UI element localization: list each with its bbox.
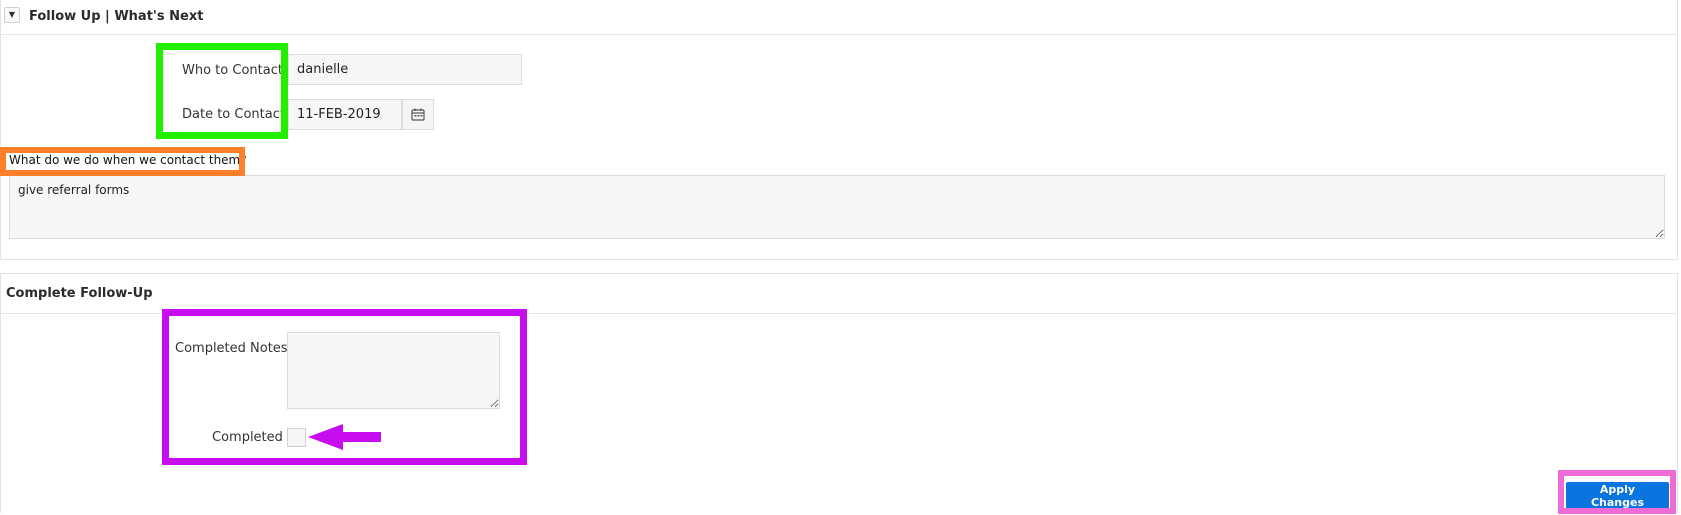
calendar-icon xyxy=(411,108,425,121)
completed-checkbox[interactable] xyxy=(287,428,306,447)
follow-up-title: Follow Up | What's Next xyxy=(29,9,204,24)
completed-label: Completed xyxy=(212,430,283,445)
date-to-contact-label: Date to Contact: xyxy=(182,107,290,122)
complete-follow-up-header: Complete Follow-Up xyxy=(1,274,1677,314)
arrow-left-icon xyxy=(308,424,381,450)
collapse-toggle-icon[interactable]: ▼ xyxy=(4,7,20,23)
apply-changes-button[interactable]: Apply Changes xyxy=(1566,482,1669,509)
who-to-contact-label: Who to Contact: xyxy=(182,63,288,78)
completed-notes-textarea[interactable] xyxy=(287,332,500,409)
date-picker-button[interactable] xyxy=(402,99,434,130)
complete-follow-up-title: Complete Follow-Up xyxy=(6,286,153,301)
what-to-do-textarea[interactable]: give referral forms xyxy=(9,175,1665,239)
date-to-contact-input[interactable] xyxy=(288,99,402,130)
who-to-contact-input[interactable] xyxy=(288,54,522,85)
complete-follow-up-panel: Complete Follow-Up xyxy=(0,273,1678,513)
follow-up-header: ▼ Follow Up | What's Next xyxy=(1,0,1677,35)
question-label: What do we do when we contact them? xyxy=(7,153,249,167)
completed-notes-label: Completed Notes xyxy=(175,341,288,356)
